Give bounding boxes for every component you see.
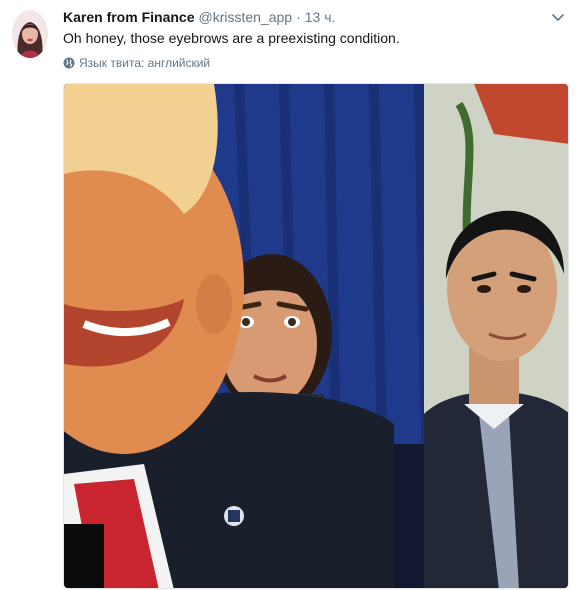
chevron-down-icon[interactable] — [550, 11, 566, 23]
globe-icon — [63, 57, 75, 69]
tweet-card[interactable]: Karen from Finance @krissten_app · 13 ч.… — [0, 0, 578, 590]
tweet-media[interactable] — [63, 83, 569, 589]
tweet-timestamp[interactable]: 13 ч. — [305, 9, 336, 25]
tweet-header: Karen from Finance @krissten_app · 13 ч. — [63, 9, 335, 27]
translate-tweet-link[interactable]: Язык твита: английский — [63, 55, 210, 71]
separator-dot: · — [296, 9, 301, 25]
tweet-text: Oh honey, those eyebrows are a preexisti… — [63, 30, 400, 46]
author-handle[interactable]: @krissten_app — [198, 9, 292, 25]
author-name[interactable]: Karen from Finance — [63, 9, 194, 25]
avatar-image — [12, 10, 48, 58]
media-video-still — [64, 84, 568, 588]
avatar[interactable] — [12, 10, 48, 58]
tweet-language-label: Язык твита: английский — [79, 56, 211, 70]
